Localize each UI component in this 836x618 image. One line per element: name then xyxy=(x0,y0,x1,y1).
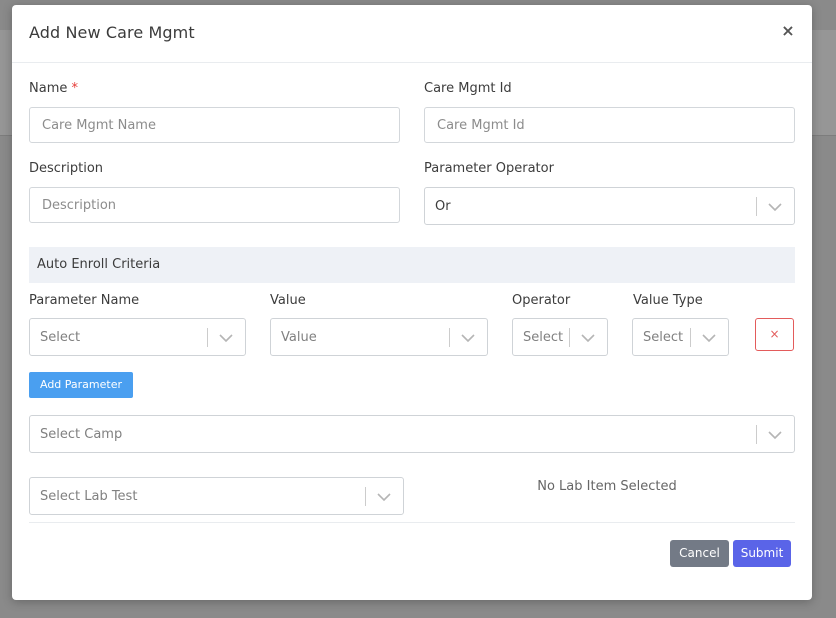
cancel-button[interactable]: Cancel xyxy=(670,540,729,567)
footer-divider xyxy=(29,522,795,523)
select-separator xyxy=(569,328,570,347)
parameter-operator-label: Parameter Operator xyxy=(424,161,554,176)
close-icon[interactable]: × xyxy=(780,23,796,39)
chevron-down-icon xyxy=(461,334,475,343)
select-camp-placeholder: Select Camp xyxy=(40,427,123,442)
select-lab-test-placeholder: Select Lab Test xyxy=(40,489,138,504)
parameter-name-select[interactable]: Select xyxy=(29,318,246,356)
add-care-mgmt-modal: Add New Care Mgmt × Name * Care Mgmt Id … xyxy=(12,5,812,600)
value-type-placeholder: Select xyxy=(643,330,684,345)
select-separator xyxy=(756,197,757,216)
modal-title: Add New Care Mgmt xyxy=(29,23,195,42)
select-separator xyxy=(690,328,691,347)
required-mark: * xyxy=(71,81,79,96)
chevron-down-icon xyxy=(768,203,782,212)
chevron-down-icon xyxy=(581,334,595,343)
select-lab-test-dropdown[interactable]: Select Lab Test xyxy=(29,477,404,515)
select-separator xyxy=(365,487,366,506)
select-separator xyxy=(449,328,450,347)
care-mgmt-id-input[interactable] xyxy=(424,107,795,143)
auto-enroll-section-header: Auto Enroll Criteria xyxy=(29,247,795,283)
description-input[interactable] xyxy=(29,187,400,223)
auto-enroll-title: Auto Enroll Criteria xyxy=(37,257,161,272)
parameter-name-placeholder: Select xyxy=(40,330,81,345)
value-type-select[interactable]: Select xyxy=(632,318,729,356)
select-separator xyxy=(207,328,208,347)
operator-column-label: Operator xyxy=(512,293,571,308)
no-lab-item-message: No Lab Item Selected xyxy=(537,479,677,494)
value-type-column-label: Value Type xyxy=(633,293,703,308)
value-select[interactable]: Value xyxy=(270,318,488,356)
care-mgmt-id-label: Care Mgmt Id xyxy=(424,81,512,96)
value-placeholder: Value xyxy=(281,330,317,345)
operator-placeholder: Select xyxy=(523,330,564,345)
add-parameter-button[interactable]: Add Parameter xyxy=(29,372,133,398)
parameter-operator-value: Or xyxy=(435,199,451,214)
chevron-down-icon xyxy=(219,334,233,343)
name-label-text: Name xyxy=(29,81,68,96)
chevron-down-icon xyxy=(702,334,716,343)
description-label: Description xyxy=(29,161,104,176)
parameter-operator-select[interactable]: Or xyxy=(424,187,795,225)
submit-button[interactable]: Submit xyxy=(733,540,791,567)
select-separator xyxy=(756,425,757,444)
chevron-down-icon xyxy=(768,431,782,440)
care-mgmt-name-input[interactable] xyxy=(29,107,400,143)
select-camp-dropdown[interactable]: Select Camp xyxy=(29,415,795,453)
operator-select[interactable]: Select xyxy=(512,318,608,356)
remove-parameter-button[interactable]: × xyxy=(755,318,794,351)
modal-header: Add New Care Mgmt × xyxy=(12,5,812,63)
name-label: Name * xyxy=(29,81,78,96)
parameter-name-column-label: Parameter Name xyxy=(29,293,140,308)
value-column-label: Value xyxy=(270,293,306,308)
chevron-down-icon xyxy=(377,493,391,502)
